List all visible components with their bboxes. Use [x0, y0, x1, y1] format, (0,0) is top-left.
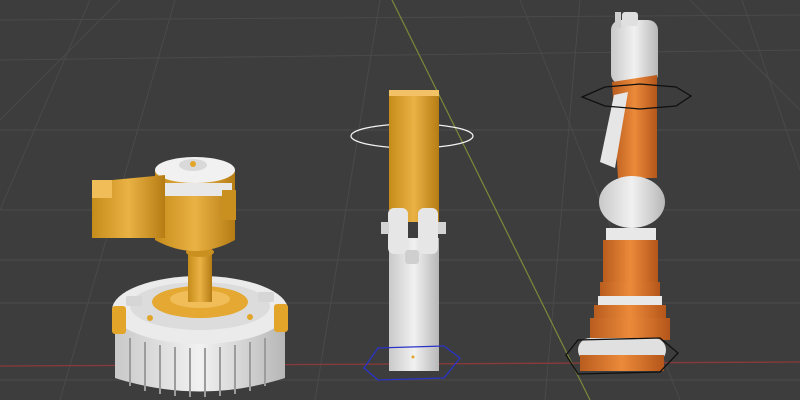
3d-viewport[interactable]	[0, 0, 800, 400]
base-lamp-object[interactable]	[92, 157, 288, 397]
piston-column-object[interactable]	[565, 12, 693, 375]
hinge-arm-object[interactable]	[350, 90, 474, 381]
viewport-canvas[interactable]	[0, 0, 800, 400]
